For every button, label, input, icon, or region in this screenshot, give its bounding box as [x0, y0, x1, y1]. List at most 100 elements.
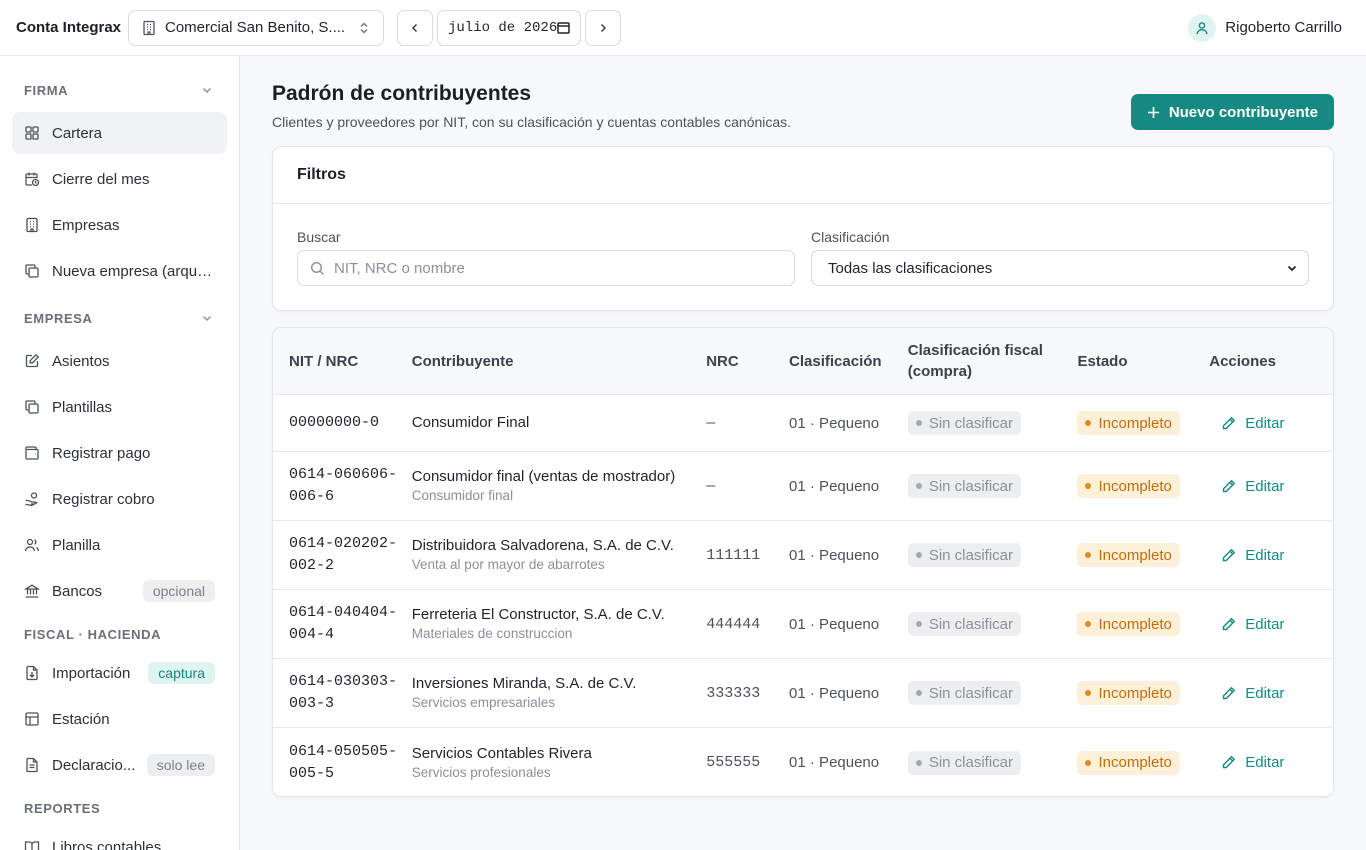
nit-value: 0614-030303-003-3 — [289, 673, 398, 712]
col-acciones: Acciones — [1209, 352, 1276, 370]
sidebar-item-bancos[interactable]: Bancos opcional — [12, 570, 227, 612]
classification-select[interactable]: Todas las clasificaciones — [811, 250, 1309, 286]
taxpayer-cell: Servicios Contables Rivera Servicios pro… — [412, 744, 706, 782]
sidebar-item-empresas[interactable]: Empresas — [12, 204, 227, 246]
actions-cell: Editar — [1209, 478, 1333, 495]
section-firma-header[interactable]: FIRMA — [12, 68, 227, 112]
company-selector[interactable]: Comercial San Benito, S.... — [128, 9, 384, 46]
actions-cell: Editar — [1209, 685, 1333, 702]
nrc-value: 333333 — [706, 684, 761, 702]
fiscal-cell: Sin clasificar — [907, 411, 1078, 435]
sidebar-item-importacion[interactable]: Importación captura — [12, 652, 227, 694]
sidebar-item-registrar-cobro[interactable]: Registrar cobro — [12, 478, 227, 520]
taxpayer-cell: Inversiones Miranda, S.A. de C.V. Servic… — [412, 674, 706, 712]
taxpayer-activity: Servicios empresariales — [411, 695, 556, 710]
status-dot-icon — [915, 621, 922, 627]
page-header: Padrón de contribuyentes Clientes y prov… — [272, 56, 1334, 146]
status-cell: Incompleto — [1077, 543, 1209, 567]
filters-card: Filtros Buscar NIT, NRC o nombre Clasifi… — [272, 146, 1334, 311]
sidebar-item-asientos[interactable]: Asientos — [12, 340, 227, 382]
hand-coins-icon — [24, 491, 40, 507]
search-input[interactable]: NIT, NRC o nombre — [297, 250, 795, 286]
prev-month-button[interactable] — [397, 9, 433, 46]
nit-cell: 0614-050505-005-5 — [273, 741, 412, 785]
edit-button[interactable]: Editar — [1209, 754, 1333, 771]
sidebar-item-cierre-del-mes[interactable]: Cierre del mes — [12, 158, 227, 200]
status-dot-icon — [915, 759, 922, 766]
section-empresa-title: EMPRESA — [24, 310, 93, 326]
sidebar-item-estacion[interactable]: Estación — [12, 698, 227, 740]
col-nrc: NRC — [706, 352, 739, 370]
taxpayer-name: Servicios Contables Rivera — [411, 744, 592, 762]
new-taxpayer-button[interactable]: Nuevo contribuyente — [1130, 94, 1334, 130]
section-fiscal-title: FISCAL · HACIENDA — [24, 626, 162, 642]
classification-value: 01 · Pequeno — [789, 615, 880, 633]
page-subtitle: Clientes y proveedores por NIT, con su c… — [272, 114, 792, 130]
taxpayer-name: Consumidor final (ventas de mostrador) — [411, 468, 676, 485]
sidebar-item-plantillas[interactable]: Plantillas — [12, 386, 227, 428]
search-icon — [310, 261, 325, 276]
taxpayer-cell: Consumidor final (ventas de mostrador) C… — [412, 467, 706, 505]
classification-value: 01 · Pequeno — [789, 477, 880, 495]
actions-cell: Editar — [1209, 415, 1333, 432]
status-cell: Incompleto — [1077, 681, 1209, 705]
edit-label: Editar — [1245, 754, 1285, 771]
next-month-button[interactable] — [585, 9, 621, 46]
user-menu[interactable]: Rigoberto Carrillo — [1188, 13, 1342, 42]
table-row: 0614-030303-003-3 Inversiones Miranda, S… — [273, 659, 1333, 728]
section-firma-title: FIRMA — [24, 82, 69, 98]
actions-cell: Editar — [1209, 547, 1333, 564]
fiscal-badge-label: Sin clasificar — [928, 546, 1014, 564]
taxpayer-cell: Consumidor Final — [412, 413, 706, 433]
fiscal-cell: Sin clasificar — [907, 543, 1078, 567]
fiscal-badge-label: Sin clasificar — [928, 615, 1014, 633]
col-clasificacion: Clasificación — [789, 352, 882, 370]
sidebar-item-libros-contables[interactable]: Libros contables — [12, 826, 227, 850]
edit-button[interactable]: Editar — [1209, 685, 1333, 702]
edit-button[interactable]: Editar — [1209, 547, 1333, 564]
status-cell: Incompleto — [1077, 474, 1209, 498]
status-dot-icon — [1085, 552, 1092, 558]
nit-value: 0614-060606-006-6 — [289, 466, 398, 505]
status-dot-icon — [1085, 483, 1092, 489]
status-badge: Incompleto — [1077, 750, 1180, 775]
col-nit: NIT / NRC — [289, 352, 359, 370]
classification-value: 01 · Pequeno — [789, 546, 880, 564]
taxpayer-cell: Ferreteria El Constructor, S.A. de C.V. … — [412, 605, 706, 643]
status-dot-icon — [1085, 420, 1092, 426]
table-row: 0614-040404-004-4 Ferreteria El Construc… — [273, 590, 1333, 659]
sidebar-item-cartera[interactable]: Cartera — [12, 112, 227, 154]
sidebar-item-planilla[interactable]: Planilla — [12, 524, 227, 566]
sidebar-item-label: Estación — [52, 710, 110, 728]
table-header: NIT / NRC Contribuyente NRC Clasificació… — [273, 328, 1333, 395]
grid-icon — [24, 125, 40, 141]
user-name: Rigoberto Carrillo — [1225, 19, 1342, 36]
fiscal-cell: Sin clasificar — [907, 612, 1078, 636]
sidebar-item-label: Empresas — [52, 216, 120, 234]
actions-cell: Editar — [1209, 754, 1333, 771]
sidebar-item-declaraciones[interactable]: Declaracio... solo lee — [12, 744, 227, 786]
fiscal-badge: Sin clasificar — [907, 411, 1022, 435]
taxpayer-name: Ferreteria El Constructor, S.A. de C.V. — [411, 606, 665, 623]
pencil-icon — [1221, 686, 1245, 701]
sidebar-item-label: Declaracio... — [52, 756, 136, 774]
optional-badge: opcional — [142, 580, 215, 602]
fiscal-badge-label: Sin clasificar — [928, 754, 1014, 771]
edit-document-icon — [24, 353, 40, 369]
nit-value: 0614-040404-004-4 — [289, 604, 398, 643]
status-badge: Incompleto — [1077, 474, 1180, 498]
calendar-icon[interactable] — [557, 21, 570, 34]
nit-value: 0614-020202-002-2 — [289, 535, 398, 574]
status-badge: Incompleto — [1077, 411, 1180, 435]
filters-title: Filtros — [273, 147, 1333, 204]
section-empresa-header[interactable]: EMPRESA — [12, 296, 227, 340]
sidebar-item-registrar-pago[interactable]: Registrar pago — [12, 432, 227, 474]
building-icon — [24, 217, 40, 233]
edit-button[interactable]: Editar — [1209, 415, 1333, 432]
month-input[interactable]: julio de 2026 — [437, 9, 581, 46]
sidebar-item-nueva-empresa[interactable]: Nueva empresa (arque... — [12, 250, 227, 292]
taxpayer-activity: Consumidor final — [411, 488, 514, 503]
status-dot-icon — [1085, 759, 1092, 766]
edit-button[interactable]: Editar — [1209, 478, 1333, 495]
edit-button[interactable]: Editar — [1209, 616, 1333, 633]
